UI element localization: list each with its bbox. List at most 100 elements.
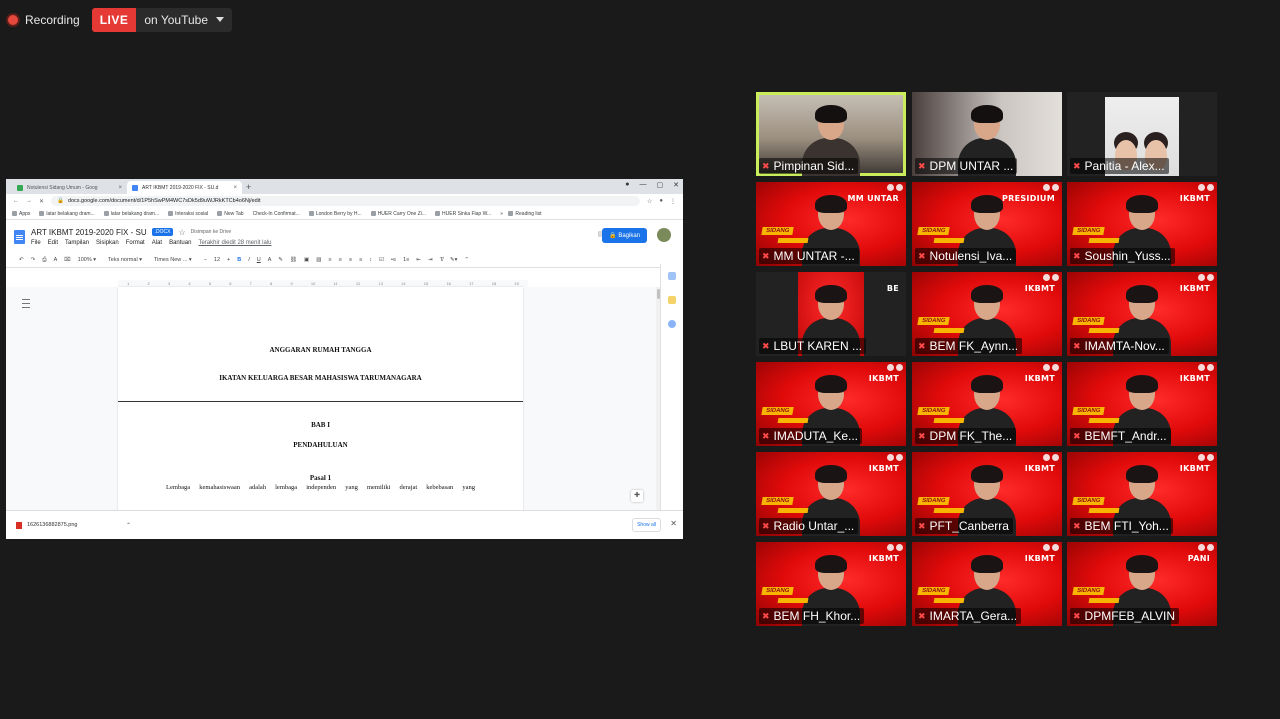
docs-logo-icon[interactable] <box>14 229 25 244</box>
participant-tile[interactable]: SIDANG PRESIDIUM ✖ Notulensi_Iva... <box>912 182 1062 266</box>
bookmark-item[interactable]: HUER Sinka Flap W... <box>435 211 491 217</box>
font-select[interactable]: Times New ... ▾ <box>154 257 197 263</box>
menu-edit[interactable]: Edit <box>48 240 58 246</box>
italic-icon[interactable]: I <box>248 257 250 263</box>
profile-icon[interactable]: ● <box>625 181 629 189</box>
participant-tile[interactable]: SIDANG IKBMT ✖ BEM FK_Aynn... <box>912 272 1062 356</box>
numbered-list-icon[interactable]: 1≡ <box>403 257 409 263</box>
bookmark-item[interactable]: latar belakang dram... <box>39 211 95 217</box>
new-tab-icon[interactable]: + <box>246 181 251 194</box>
download-item[interactable]: 1626136882875.png <box>16 521 116 529</box>
outline-icon[interactable] <box>22 299 30 308</box>
text-color-icon[interactable]: A <box>268 257 272 263</box>
collapse-menu-icon[interactable]: ⌃ <box>464 257 469 263</box>
image-icon[interactable]: ▨ <box>316 257 321 263</box>
stop-icon[interactable]: ✕ <box>39 198 44 205</box>
menu-view[interactable]: Tampilan <box>65 240 89 246</box>
close-icon[interactable]: × <box>233 185 237 191</box>
bookmark-item[interactable]: Check-In Confirmat... <box>253 211 300 217</box>
participant-tile[interactable]: SIDANG IKBMT ✖ IMARTA_Gera... <box>912 542 1062 626</box>
link-icon[interactable]: ⛓ <box>290 257 297 263</box>
participant-tile[interactable]: SIDANG IKBMT ✖ Soushin_Yuss... <box>1067 182 1217 266</box>
close-icon[interactable]: ✕ <box>670 519 677 528</box>
participant-tile[interactable]: SIDANG IKBMT ✖ DPM FK_The... <box>912 362 1062 446</box>
keep-icon[interactable] <box>668 296 676 304</box>
highlight-icon[interactable]: ✎ <box>278 257 283 263</box>
calendar-icon[interactable] <box>668 272 676 280</box>
bookmark-item[interactable]: Interaksi sosial <box>168 211 208 217</box>
align-left-icon[interactable]: ≡ <box>328 257 331 263</box>
style-select[interactable]: Teks normal ▾ <box>108 257 147 263</box>
clear-formatting-icon[interactable]: T̸ <box>440 257 443 263</box>
increase-indent-icon[interactable]: ⇥ <box>428 257 433 263</box>
print-icon[interactable]: ⎙ <box>42 257 46 264</box>
zoom-select[interactable]: 100% ▾ <box>78 257 101 263</box>
paint-format-icon[interactable]: ⌧ <box>64 257 70 263</box>
spellcheck-icon[interactable]: A <box>54 257 58 263</box>
browser-tab-active[interactable]: ART IKBMT 2019-2020 FIX - SU.d × <box>127 181 242 194</box>
forward-icon[interactable]: → <box>26 198 32 204</box>
star-icon[interactable]: ☆ <box>178 228 185 237</box>
participant-tile[interactable]: SIDANG IKBMT ✖ BEMFT_Andr... <box>1067 362 1217 446</box>
font-size-decrease[interactable]: − <box>204 257 207 263</box>
tasks-icon[interactable] <box>668 320 676 328</box>
menu-insert[interactable]: Sisipkan <box>96 240 119 246</box>
participant-tile[interactable]: SIDANG IKBMT ✖ BEM FTI_Yoh... <box>1067 452 1217 536</box>
participant-tile[interactable]: SIDANG IKBMT ✖ Radio Untar_... <box>756 452 906 536</box>
close-window-icon[interactable]: ✕ <box>673 181 679 189</box>
participant-tile[interactable]: BE ✖ LBUT KAREN ... <box>756 272 906 356</box>
participant-tile[interactable]: SIDANG IKBMT ✖ IMAMTA-Nov... <box>1067 272 1217 356</box>
document-page[interactable]: ANGGARAN RUMAH TANGGA IKATAN KELUARGA BE… <box>118 287 523 511</box>
explore-icon[interactable]: ✚ <box>631 490 643 502</box>
participant-tile[interactable]: ✖ DPM UNTAR ... <box>912 92 1062 176</box>
bookmark-item[interactable]: New Tab <box>217 211 244 217</box>
last-edit-link[interactable]: Terakhir diedit 28 menit lalu <box>198 240 271 246</box>
minimize-icon[interactable]: — <box>640 181 647 189</box>
editing-mode-icon[interactable]: ✎▾ <box>450 257 457 263</box>
redo-icon[interactable]: ↷ <box>31 257 36 263</box>
underline-icon[interactable]: U <box>257 257 261 263</box>
close-icon[interactable]: × <box>118 185 122 191</box>
participant-tile[interactable]: SIDANG IKBMT ✖ PFT_Canberra <box>912 452 1062 536</box>
participant-tile[interactable]: ✖ Pimpinan Sid... <box>756 92 906 176</box>
doc-title[interactable]: ART IKBMT 2019-2020 FIX - SU <box>31 228 147 237</box>
maximize-icon[interactable]: ▢ <box>657 181 664 189</box>
show-all-button[interactable]: Show all <box>632 518 661 532</box>
bookmark-item[interactable]: latar belakang dram... <box>103 211 159 217</box>
bookmark-item[interactable]: London Berry by H... <box>308 211 362 217</box>
participant-tile[interactable]: SIDANG IKBMT ✖ BEM FH_Khor... <box>756 542 906 626</box>
line-spacing-icon[interactable]: ↕ <box>369 257 372 263</box>
align-center-icon[interactable]: ≡ <box>339 257 342 263</box>
align-right-icon[interactable]: ≡ <box>349 257 352 263</box>
checklist-icon[interactable]: ☑ <box>379 257 384 263</box>
bookmark-item[interactable]: Apps <box>12 211 30 217</box>
extension-icon[interactable]: ● <box>659 198 663 204</box>
participant-tile[interactable]: ✖ Panitia - Alex... <box>1067 92 1217 176</box>
more-icon[interactable]: ⋮ <box>670 198 676 205</box>
comment-icon[interactable]: ▣ <box>304 257 309 263</box>
font-size-increase[interactable]: + <box>227 257 230 263</box>
undo-icon[interactable]: ↶ <box>19 257 24 263</box>
decrease-indent-icon[interactable]: ⇤ <box>416 257 421 263</box>
align-justify-icon[interactable]: ≡ <box>359 257 362 263</box>
participant-tile[interactable]: SIDANG IKBMT ✖ IMADUTA_Ke... <box>756 362 906 446</box>
bookmark-item[interactable]: HUER Carry One Zi... <box>370 211 426 217</box>
participant-tile[interactable]: SIDANG PANI ✖ DPMFEB_ALVIN <box>1067 542 1217 626</box>
share-button[interactable]: 🔒 Bagikan <box>602 228 647 243</box>
star-icon[interactable]: ☆ <box>647 198 652 205</box>
bold-icon[interactable]: B <box>237 257 241 263</box>
menu-tools[interactable]: Alat <box>152 240 162 246</box>
font-size-field[interactable]: 12 <box>214 257 220 263</box>
participant-tile[interactable]: SIDANG MM UNTAR ✖ MM UNTAR -... <box>756 182 906 266</box>
back-icon[interactable]: ← <box>13 198 19 204</box>
browser-tab[interactable]: Notulensi Sidang Umum - Goog × <box>12 181 127 194</box>
menu-format[interactable]: Format <box>126 240 145 246</box>
reading-list[interactable]: » Reading list <box>500 211 541 217</box>
avatar[interactable] <box>657 228 671 242</box>
url-field[interactable]: 🔒 docs.google.com/document/d/1P5hSwPM4WC… <box>51 196 640 206</box>
menu-file[interactable]: File <box>31 240 41 246</box>
menu-help[interactable]: Bantuan <box>169 240 191 246</box>
bulleted-list-icon[interactable]: •≡ <box>391 257 396 263</box>
live-stream-button[interactable]: LIVE on YouTube <box>91 7 232 32</box>
chevron-up-icon[interactable]: ⌃ <box>126 522 131 529</box>
